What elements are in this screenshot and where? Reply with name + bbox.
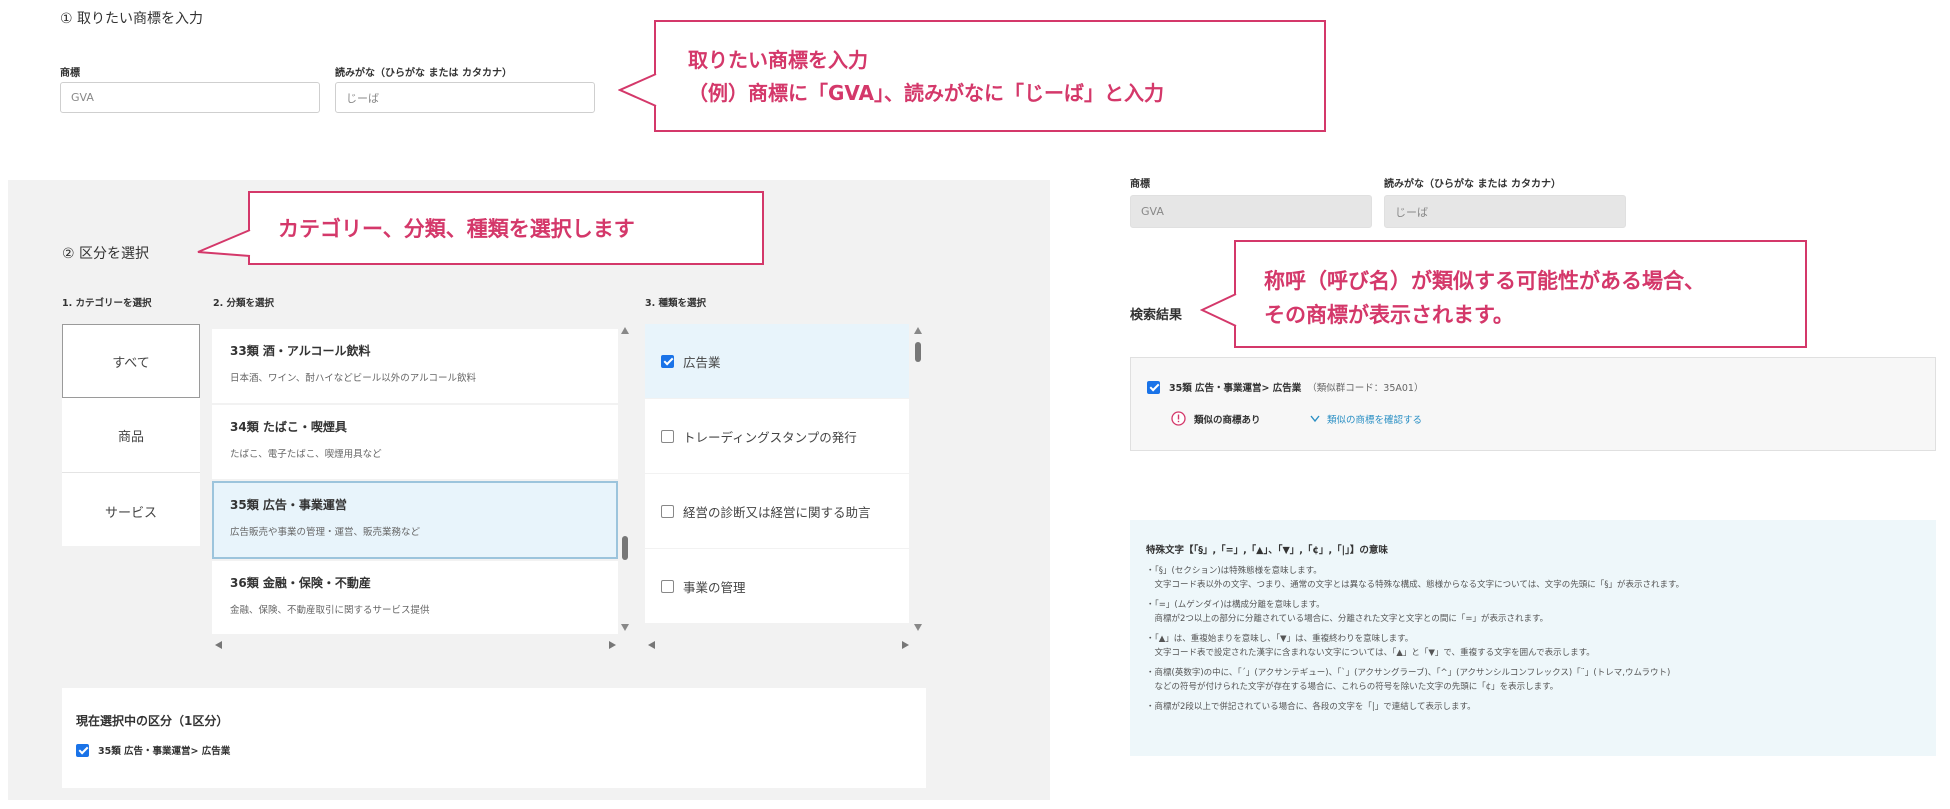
kind-item-management-consulting[interactable]: 経営の診断又は経営に関する助言 [645, 474, 909, 548]
info-line: 文字コード表で設定された漢字に含まれない文字については、「▲」と「▼」で、重複す… [1146, 648, 1595, 658]
info-line: ・「§」(セクション)は特殊態様を意味します。 [1146, 566, 1322, 576]
kind-vertical-scrollbar[interactable] [911, 324, 925, 636]
current-selection-title: 現在選択中の区分（1区分） [76, 714, 229, 728]
class-item-title: 36類 金融・保険・不動産 [230, 576, 371, 590]
callout-input-instruction: 取りたい商標を入力 （例）商標に「GVA」、読みがなに「じーば」と入力 [654, 20, 1326, 132]
callout3-line1: 称呼（呼び名）が類似する可能性がある場合、 [1264, 269, 1705, 293]
class-horizontal-scrollbar[interactable] [212, 638, 622, 652]
results-title: 検索結果 [1130, 308, 1183, 323]
similar-label: 類似の商標あり [1194, 414, 1261, 426]
class-item-desc: たばこ、電子たばこ、喫煙用具など [230, 449, 382, 460]
class-item-title: 34類 たばこ・喫煙具 [230, 420, 347, 434]
scroll-thumb [622, 536, 628, 560]
callout-similar-results: 称呼（呼び名）が類似する可能性がある場合、 その商標が表示されます。 [1234, 240, 1807, 348]
right-reading-label: 読みがな（ひらがな または カタカナ） [1384, 179, 1561, 190]
scroll-right-arrow-icon [902, 641, 909, 649]
info-line: 文字コード表以外の文字、つまり、通常の文字とは異なる特殊な構成、態様からなる文字… [1146, 580, 1685, 590]
class-item-35[interactable]: 35類 広告・事業運営 広告販売や事業の管理・運営、販売業務など [212, 481, 618, 559]
category-list: すべて 商品 サービス [62, 324, 200, 546]
scroll-up-arrow-icon [621, 327, 629, 334]
checkbox-icon[interactable] [661, 579, 674, 593]
check-similar-label: 類似の商標を確認する [1327, 415, 1423, 426]
checkbox-checked-icon[interactable] [76, 743, 89, 757]
info-line: などの符号が付けられた文字が存在する場合に、これらの符号を除いた文字の先頭に「¢… [1146, 682, 1559, 692]
callout3-tail [1200, 293, 1237, 327]
info-line: ・「=」(ムゲンダイ)は構成分離を意味します。 [1146, 600, 1325, 610]
info-line: ・商標(英数字)の中に、「´」(アクサンテギュー)、「`」(アクサングラーブ)、… [1146, 668, 1671, 678]
class-vertical-scrollbar[interactable] [618, 324, 632, 636]
similar-status: 類似の商標あり [1171, 411, 1261, 426]
info-line: 商標が2つ以上の部分に分離されている場合に、分離された文字と文字との間に「=」が… [1146, 614, 1549, 624]
kind-item-label: トレーディングスタンプの発行 [683, 429, 857, 445]
class-column-header: 2. 分類を選択 [213, 298, 275, 309]
checkbox-icon[interactable] [661, 504, 674, 518]
callout1-tail [618, 73, 657, 107]
check-similar-link[interactable]: 類似の商標を確認する [1309, 412, 1422, 426]
category-item-goods[interactable]: 商品 [62, 399, 200, 473]
category-item-all[interactable]: すべて [62, 324, 200, 398]
class-list: 33類 酒・アルコール飲料 日本酒、ワイン、酎ハイなどビール以外のアルコール飲料… [212, 324, 622, 634]
result-item: 35類 広告・事業運営> 広告業 （類似群コード：35A01） [1147, 380, 1423, 394]
right-trademark-input[interactable]: GVA [1130, 195, 1372, 228]
warning-circle-icon [1171, 411, 1186, 426]
scroll-thumb [915, 342, 921, 362]
kind-item-label: 経営の診断又は経営に関する助言 [683, 504, 871, 520]
trademark-input[interactable]: GVA [60, 82, 320, 113]
kind-list: 広告業 トレーディングスタンプの発行 経営の診断又は経営に関する助言 事業の管理 [645, 324, 915, 634]
search-result-box: 35類 広告・事業運営> 広告業 （類似群コード：35A01） 類似の商標あり … [1130, 357, 1936, 451]
callout-select-category: カテゴリー、分類、種類を選択します [248, 191, 764, 265]
info-line: ・「▲」は、重複始まりを意味し、「▼」は、重複終わりを意味します。 [1146, 634, 1414, 644]
chevron-down-icon [1310, 415, 1320, 423]
current-selection-item-label: 35類 広告・事業運営> 広告業 [98, 746, 231, 757]
right-reading-input[interactable]: じーば [1384, 195, 1626, 228]
class-item-title: 35類 広告・事業運営 [230, 498, 347, 512]
class-item-desc: 金融、保険、不動産取引に関するサービス提供 [230, 605, 430, 616]
scroll-right-arrow-icon [609, 641, 616, 649]
kind-item-advertising[interactable]: 広告業 [645, 324, 909, 398]
callout1-line1: 取りたい商標を入力 [688, 48, 868, 72]
scroll-up-arrow-icon [914, 327, 922, 334]
callout3-line2: その商標が表示されます。 [1264, 303, 1514, 327]
kind-horizontal-scrollbar[interactable] [645, 638, 915, 652]
scroll-left-arrow-icon [648, 641, 655, 649]
checkbox-icon[interactable] [661, 429, 674, 443]
class-item-desc: 広告販売や事業の管理・運営、販売業務など [230, 527, 421, 538]
right-trademark-label: 商標 [1130, 179, 1150, 190]
current-selection-item: 35類 広告・事業運営> 広告業 [76, 743, 230, 757]
category-column-header: 1. カテゴリーを選択 [62, 298, 152, 309]
callout2-text: カテゴリー、分類、種類を選択します [278, 217, 635, 241]
reading-label: 読みがな（ひらがな または カタカナ） [335, 68, 512, 79]
callout1-line2: （例）商標に「GVA」、読みがなに「じーば」と入力 [688, 81, 1165, 105]
kind-item-label: 広告業 [683, 354, 721, 370]
callout2-tail [197, 229, 251, 257]
scroll-left-arrow-icon [215, 641, 222, 649]
kind-item-label: 事業の管理 [683, 579, 746, 595]
class-item-34[interactable]: 34類 たばこ・喫煙具 たばこ、電子たばこ、喫煙用具など [212, 405, 618, 479]
reading-input[interactable]: じーば [335, 82, 595, 113]
checkbox-checked-icon[interactable] [1147, 380, 1160, 394]
kind-item-trading-stamps[interactable]: トレーディングスタンプの発行 [645, 399, 909, 473]
section2-title: ② 区分を選択 [62, 246, 150, 262]
section1-title: ① 取りたい商標を入力 [60, 11, 204, 27]
result-item-label: 35類 広告・事業運営> 広告業 [1169, 383, 1302, 394]
scroll-down-arrow-icon [621, 624, 629, 631]
current-selection-box: 現在選択中の区分（1区分） 35類 広告・事業運営> 広告業 [62, 688, 926, 788]
info-line: ・商標が2段以上で併記されている場合に、各段の文字を「|」で連結して表示します。 [1146, 702, 1476, 712]
class-item-desc: 日本酒、ワイン、酎ハイなどビール以外のアルコール飲料 [230, 373, 476, 384]
class-item-36[interactable]: 36類 金融・保険・不動産 金融、保険、不動産取引に関するサービス提供 [212, 561, 618, 634]
checkbox-checked-icon[interactable] [661, 354, 674, 368]
scroll-down-arrow-icon [914, 624, 922, 631]
kind-column-header: 3. 種類を選択 [645, 298, 707, 309]
class-item-title: 33類 酒・アルコール飲料 [230, 344, 371, 358]
trademark-label: 商標 [60, 68, 80, 79]
class-item-33[interactable]: 33類 酒・アルコール飲料 日本酒、ワイン、酎ハイなどビール以外のアルコール飲料 [212, 329, 618, 403]
result-code: （類似群コード：35A01） [1307, 383, 1424, 394]
info-title: 特殊文字【「§」,「=」,「▲」、「▼」,「¢」,「|」】の意味 [1146, 545, 1388, 556]
kind-item-business-management[interactable]: 事業の管理 [645, 549, 909, 623]
special-characters-info: 特殊文字【「§」,「=」,「▲」、「▼」,「¢」,「|」】の意味 ・「§」(セク… [1130, 520, 1936, 756]
category-item-services[interactable]: サービス [62, 474, 200, 548]
